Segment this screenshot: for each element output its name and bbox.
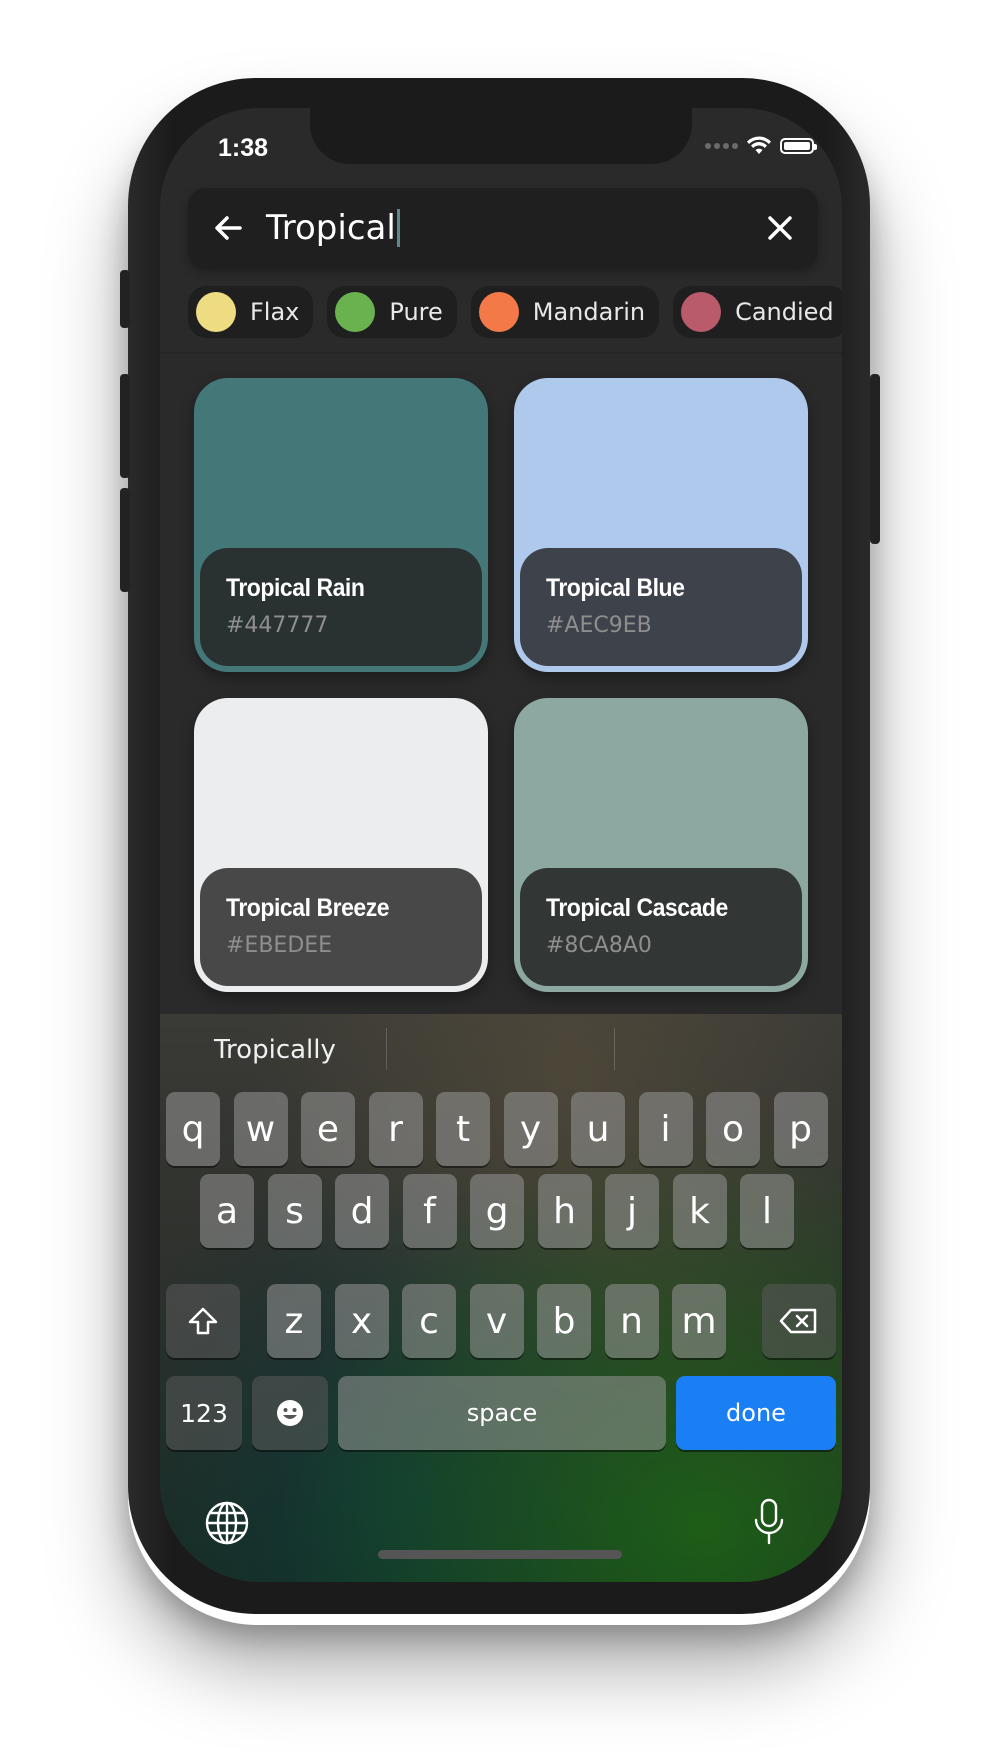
battery-icon — [780, 138, 817, 154]
chip-label: Candied — [735, 298, 834, 326]
key-a[interactable]: a — [200, 1174, 254, 1248]
done-key[interactable]: done — [676, 1376, 836, 1450]
search-bar: Tropical — [188, 188, 818, 268]
color-card-tropical-cascade[interactable]: Tropical Cascade #8CA8A0 — [514, 698, 808, 992]
key-v[interactable]: v — [469, 1284, 524, 1358]
keyboard: Tropically qwertyuiop asdfghjkl zxcvbnm … — [160, 1014, 842, 1582]
suggestion-divider — [614, 1028, 615, 1070]
status-time: 1:38 — [218, 134, 269, 162]
home-indicator — [378, 1550, 622, 1559]
key-s[interactable]: s — [267, 1174, 322, 1248]
volume-up-button — [120, 374, 130, 478]
key-z[interactable]: z — [267, 1284, 321, 1358]
color-card-tropical-rain[interactable]: Tropical Rain #447777 — [194, 378, 488, 672]
color-card-tropical-breeze[interactable]: Tropical Breeze #EBEDEE — [194, 698, 488, 992]
color-name: Tropical Blue — [546, 574, 685, 602]
color-card-info: Tropical Cascade #8CA8A0 — [520, 868, 802, 986]
color-dot — [478, 292, 519, 332]
microphone-icon[interactable] — [752, 1498, 786, 1546]
key-u[interactable]: u — [571, 1092, 625, 1166]
back-arrow-icon[interactable] — [210, 210, 246, 246]
clear-search-icon[interactable] — [764, 212, 796, 244]
color-hex: #8CA8A0 — [546, 933, 652, 958]
space-key[interactable]: space — [338, 1376, 666, 1450]
chip-flax[interactable]: Flax — [188, 286, 314, 338]
suggestion-divider — [386, 1028, 387, 1070]
color-card-info: Tropical Breeze #EBEDEE — [200, 868, 482, 986]
mute-switch — [120, 270, 130, 328]
color-card-info: Tropical Blue #AEC9EB — [520, 548, 802, 666]
key-e[interactable]: e — [301, 1092, 355, 1166]
key-j[interactable]: j — [605, 1174, 659, 1248]
wifi-icon — [747, 136, 771, 154]
key-x[interactable]: x — [334, 1284, 389, 1358]
color-dot — [681, 292, 722, 332]
volume-down-button — [120, 488, 130, 592]
globe-icon[interactable] — [204, 1500, 250, 1546]
divider — [160, 352, 842, 354]
chip-candied[interactable]: Candied — [673, 286, 842, 338]
color-hex: #EBEDEE — [226, 933, 333, 958]
key-p[interactable]: p — [773, 1092, 828, 1166]
color-hex: #447777 — [226, 613, 329, 638]
color-hex: #AEC9EB — [546, 613, 652, 638]
power-button — [870, 374, 880, 544]
key-f[interactable]: f — [402, 1174, 457, 1248]
key-w[interactable]: w — [233, 1092, 288, 1166]
chip-pure[interactable]: Pure — [327, 286, 457, 338]
color-name: Tropical Rain — [226, 574, 365, 602]
chip-mandarin[interactable]: Mandarin — [470, 286, 660, 338]
color-card-info: Tropical Rain #447777 — [200, 548, 482, 666]
key-i[interactable]: i — [638, 1092, 693, 1166]
suggestion-1[interactable]: Tropically — [214, 1026, 336, 1074]
signal-icon — [705, 143, 738, 149]
color-name: Tropical Cascade — [546, 894, 728, 922]
key-r[interactable]: r — [368, 1092, 423, 1166]
backspace-icon — [779, 1308, 817, 1334]
shift-icon — [188, 1307, 218, 1335]
numbers-key[interactable]: 123 — [166, 1376, 242, 1450]
key-k[interactable]: k — [672, 1174, 727, 1248]
shift-key[interactable] — [166, 1284, 240, 1358]
key-q[interactable]: q — [166, 1092, 220, 1166]
key-c[interactable]: c — [402, 1284, 456, 1358]
filter-chips: Flax Pure Mandarin Candied — [188, 286, 842, 338]
chip-label: Pure — [389, 298, 443, 326]
color-dot — [196, 292, 236, 332]
screen: 1:38 Tropical Flax Pure Mandarin Candied… — [160, 108, 842, 1582]
color-card-tropical-blue[interactable]: Tropical Blue #AEC9EB — [514, 378, 808, 672]
chip-label: Mandarin — [532, 298, 646, 326]
key-y[interactable]: y — [503, 1092, 558, 1166]
color-name: Tropical Breeze — [226, 894, 390, 922]
key-g[interactable]: g — [470, 1174, 524, 1248]
chip-label: Flax — [250, 298, 300, 326]
key-o[interactable]: o — [706, 1092, 760, 1166]
color-dot — [335, 292, 376, 332]
notch — [310, 108, 692, 164]
status-indicators — [705, 136, 817, 156]
key-m[interactable]: m — [672, 1284, 726, 1358]
search-input[interactable]: Tropical — [266, 202, 400, 254]
emoji-key[interactable] — [252, 1376, 328, 1450]
delete-key[interactable] — [762, 1284, 836, 1358]
search-input-value: Tropical — [266, 208, 396, 248]
text-caret — [396, 209, 400, 247]
key-b[interactable]: b — [537, 1284, 591, 1358]
key-h[interactable]: h — [537, 1174, 592, 1248]
key-t[interactable]: t — [436, 1092, 490, 1166]
key-n[interactable]: n — [604, 1284, 659, 1358]
key-d[interactable]: d — [335, 1174, 389, 1248]
key-l[interactable]: l — [740, 1174, 794, 1248]
emoji-icon — [277, 1400, 303, 1426]
